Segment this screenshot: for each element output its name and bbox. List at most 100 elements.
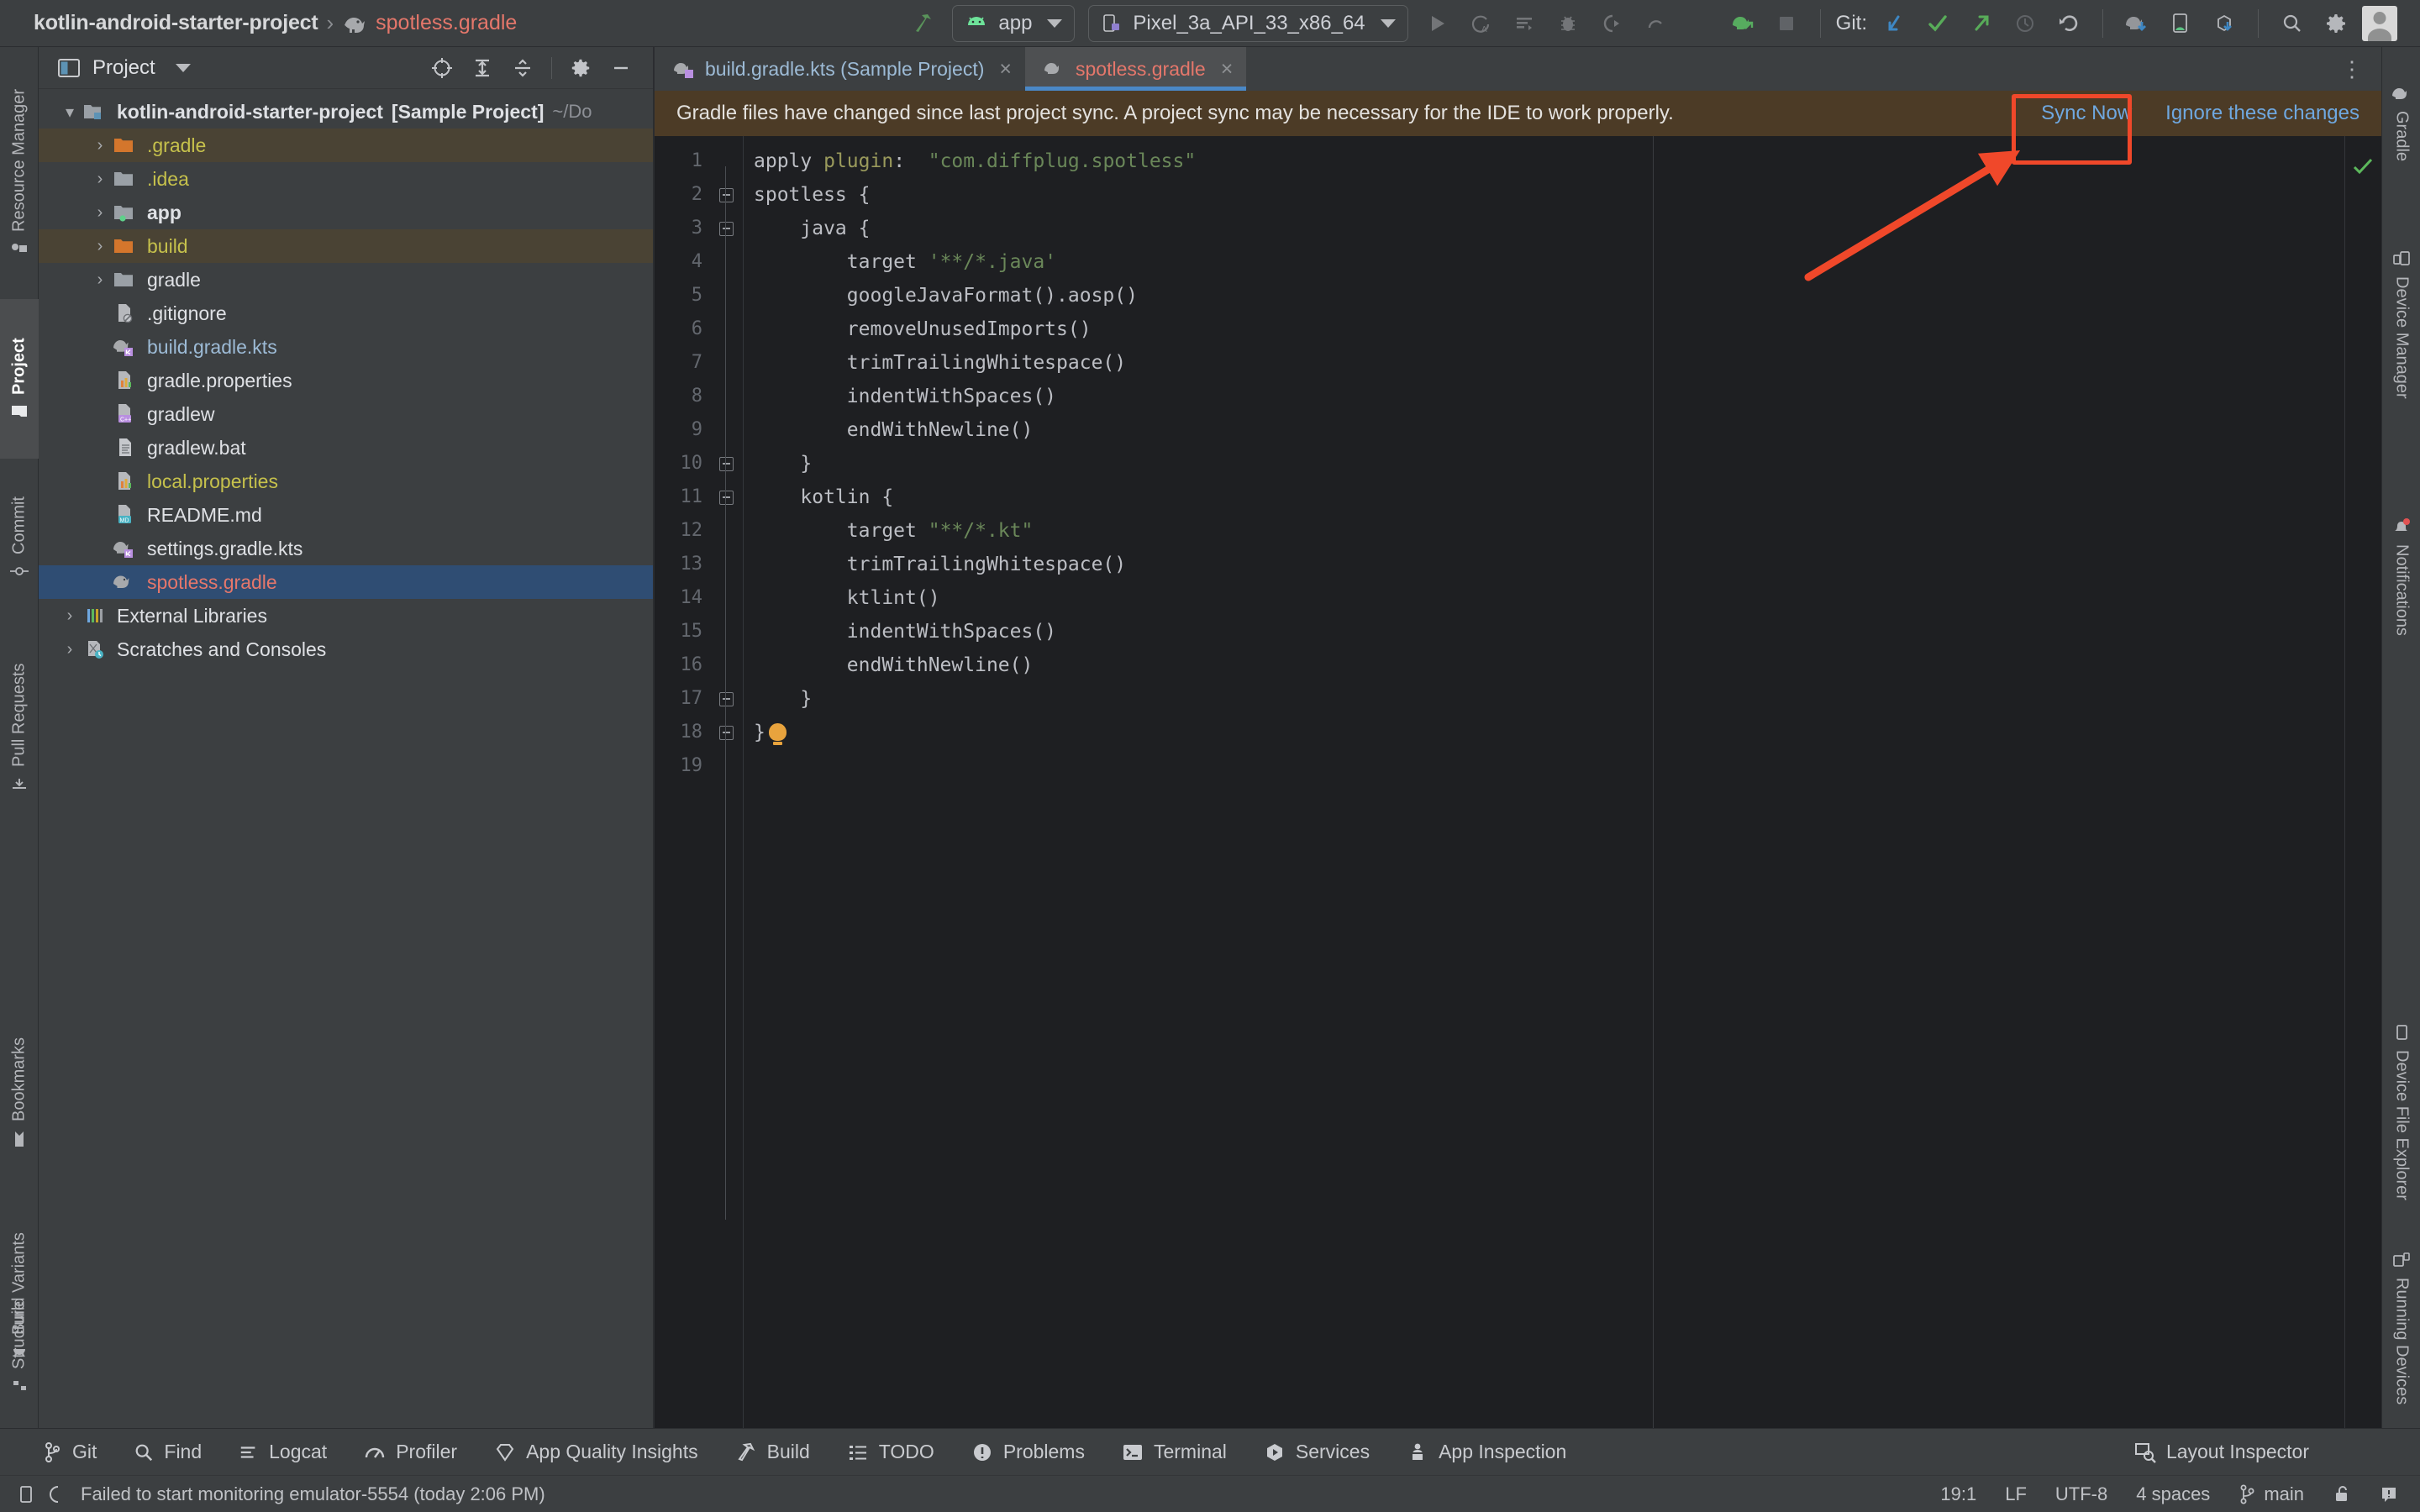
more-run-icon[interactable] [1634,5,1677,42]
chevron-right-icon[interactable]: › [89,269,111,291]
settings-gear-icon[interactable] [562,50,599,86]
search-icon[interactable] [2270,5,2314,42]
sidebar-item-running-devices[interactable]: Running Devices [2382,1206,2420,1450]
select-opened-file-icon[interactable] [424,50,460,86]
debug-icon[interactable] [1546,5,1590,42]
tree-node-gradle[interactable]: › gradle [39,263,653,297]
tree-node-build-gradle-kts[interactable]: build.gradle.kts [39,330,653,364]
breadcrumb-file-name[interactable]: spotless.gradle [376,11,517,35]
sidebar-item-resource-manager[interactable]: Resource Manager [0,47,39,299]
file-encoding[interactable]: UTF-8 [2055,1483,2107,1505]
fold-toggle[interactable] [709,682,743,716]
sidebar-item-notifications[interactable]: Notifications [2382,459,2420,694]
chevron-down-icon[interactable]: ▾ [59,101,81,123]
sidebar-item-project[interactable]: Project [0,299,39,459]
close-icon[interactable]: × [999,57,1012,81]
tree-node-gradle-properties[interactable]: gradle.properties [39,364,653,397]
chevron-right-icon[interactable]: › [89,202,111,223]
run-configuration-selector[interactable]: app [952,4,1076,42]
fold-toggle[interactable] [709,716,743,749]
sidebar-item-gradle[interactable]: Gradle [2382,55,2420,190]
unlock-icon[interactable] [2333,1484,2351,1504]
stop-icon[interactable] [1765,5,1808,42]
sidebar-item-pull-requests[interactable]: Pull Requests [0,618,39,837]
sdk-download-icon[interactable] [2202,5,2246,42]
run-dropdown-caret[interactable] [1677,5,1721,42]
tree-node-readme-md[interactable]: MD README.md [39,498,653,532]
chevron-right-icon[interactable]: › [59,638,81,660]
event-log-icon[interactable] [2380,1484,2398,1504]
git-rollback-icon[interactable] [2047,5,2091,42]
attach-debugger-icon[interactable] [1590,5,1634,42]
error-stripe-gutter[interactable] [2344,136,2381,1438]
tree-node-scratches-and-consoles[interactable]: › Scratches and Consoles [39,633,653,666]
more-options-icon[interactable]: ⋮ [2324,47,2381,91]
fold-toggle[interactable] [709,212,743,245]
code-editor[interactable]: 1 2 3 4 5 6 7 8 9 10 11 12 13 14 15 16 17 18 19 apply plug… [655,136,2381,1438]
git-commit-icon[interactable] [1916,5,1960,42]
tree-node-kotlin-android-starter-project[interactable]: ▾ kotlin-android-starter-project [Sample P… [39,95,653,129]
run-coverage-icon[interactable]: A [1459,5,1502,42]
caret-position[interactable]: 19:1 [1940,1483,1976,1505]
intention-bulb-icon[interactable] [768,723,786,745]
editor-tab-spotless-gradle[interactable]: spotless.gradle × [1024,47,1247,91]
sidebar-item-bookmarks[interactable]: Bookmarks [0,996,39,1189]
device-android-icon[interactable] [2159,5,2202,42]
tree-node-external-libraries[interactable]: › External Libraries [39,599,653,633]
tree-node-gradlew-bat[interactable]: gradlew.bat [39,431,653,465]
code-folding-gutter[interactable] [709,136,743,1438]
sidebar-item-device-manager[interactable]: Device Manager [2382,198,2420,450]
bottom-tab-layout-inspector[interactable]: Layout Inspector [2116,1429,2328,1476]
line-separator[interactable]: LF [2005,1483,2027,1505]
bottom-tab-git[interactable]: Git [24,1429,115,1476]
bottom-tab-build[interactable]: Build [717,1429,829,1476]
gradle-elephant-download-icon[interactable] [2115,5,2159,42]
tree-node-gradlew[interactable]: C++ gradlew [39,397,653,431]
code-content[interactable]: apply plugin: "com.diffplug.spotless" spo… [743,136,2381,1438]
hide-panel-icon[interactable] [602,50,639,86]
tree-node-settings-gradle-kts[interactable]: settings.gradle.kts [39,532,653,565]
bottom-tab-problems[interactable]: Problems [953,1429,1103,1476]
expand-all-icon[interactable] [464,50,501,86]
tree-node-app[interactable]: › app [39,196,653,229]
bottom-tab-todo[interactable]: TODO [829,1429,953,1476]
tree-node-gradle[interactable]: › .gradle [39,129,653,162]
chevron-right-icon[interactable]: › [89,168,111,190]
user-avatar[interactable] [2358,5,2402,42]
git-history-icon[interactable] [2003,5,2047,42]
fold-toggle[interactable] [709,447,743,480]
tree-node-local-properties[interactable]: local.properties [39,465,653,498]
bottom-tab-app-inspection[interactable]: App Inspection [1388,1429,1585,1476]
device-selector[interactable]: Pixel_3a_API_33_x86_64 [1088,4,1408,42]
bottom-tab-logcat[interactable]: Logcat [220,1429,345,1476]
sync-now-link[interactable]: Sync Now [2041,102,2132,125]
collapse-all-icon[interactable] [504,50,541,86]
bottom-tab-services[interactable]: Services [1245,1429,1388,1476]
settings-gear-icon[interactable] [2314,5,2358,42]
tree-node-idea[interactable]: › .idea [39,162,653,196]
bottom-tab-find[interactable]: Find [115,1429,220,1476]
bottom-tab-profiler[interactable]: Profiler [345,1429,476,1476]
bottom-tab-terminal[interactable]: Terminal [1103,1429,1245,1476]
build-hammer-icon[interactable] [902,5,945,42]
git-branch-widget[interactable]: main [2238,1483,2304,1505]
tree-node-gitignore[interactable]: .gitignore [39,297,653,330]
run-with-profiler-icon[interactable] [1502,5,1546,42]
run-icon[interactable] [1415,5,1459,42]
fold-toggle[interactable] [709,480,743,514]
bottom-tab-app-quality-insights[interactable]: App Quality Insights [476,1429,717,1476]
chevron-right-icon[interactable]: › [89,134,111,156]
git-update-icon[interactable] [1872,5,1916,42]
close-icon[interactable]: × [1221,57,1234,81]
chevron-right-icon[interactable]: › [89,235,111,257]
breadcrumb-project-name[interactable]: kotlin-android-starter-project [34,11,318,35]
fold-toggle[interactable] [709,178,743,212]
editor-tab-build-gradle-kts[interactable]: build.gradle.kts (Sample Project) × [655,47,1025,91]
indent-setting[interactable]: 4 spaces [2136,1483,2210,1505]
sidebar-item-commit[interactable]: Commit [0,459,39,618]
ignore-changes-link[interactable]: Ignore these changes [2165,102,2360,125]
gradle-sync-icon[interactable] [1721,5,1765,42]
chevron-right-icon[interactable]: › [59,605,81,627]
sidebar-item-structure[interactable]: Structure [0,1257,39,1438]
git-push-icon[interactable] [1960,5,2003,42]
